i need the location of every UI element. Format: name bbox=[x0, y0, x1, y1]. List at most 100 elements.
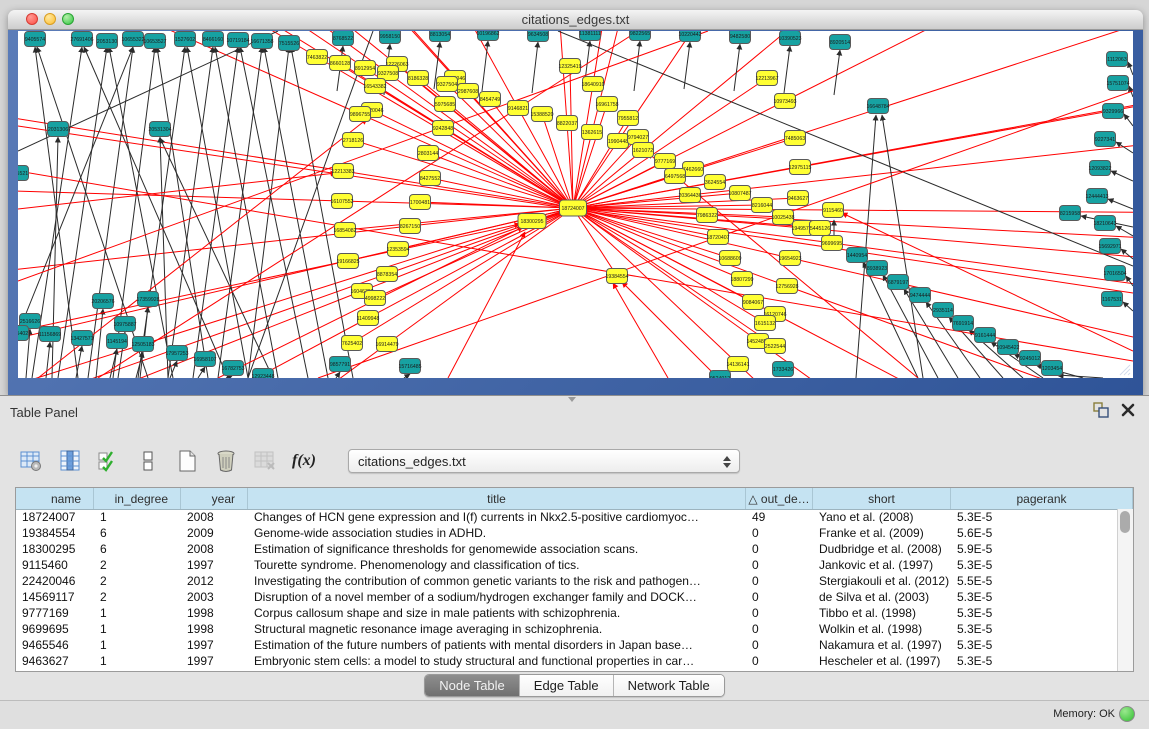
network-node[interactable]: 18724007 bbox=[560, 200, 587, 216]
network-node[interactable]: 9245012 bbox=[1020, 351, 1041, 366]
network-node[interactable]: 8215958 bbox=[1060, 206, 1081, 221]
network-node[interactable]: 12975115 bbox=[789, 160, 812, 175]
delete-column-icon[interactable] bbox=[213, 448, 239, 474]
network-node[interactable]: 8878354 bbox=[377, 267, 398, 282]
network-node[interactable]: 9474444 bbox=[910, 288, 931, 303]
network-node[interactable]: 8920514 bbox=[830, 35, 851, 50]
network-node[interactable]: 16961758 bbox=[595, 97, 618, 112]
network-node[interactable]: 12325419 bbox=[558, 59, 581, 74]
network-node[interactable]: 8466160 bbox=[203, 32, 224, 47]
network-node[interactable]: 10945422 bbox=[996, 340, 1019, 355]
network-canvas[interactable]: 8912954122260639327508818632854690469327… bbox=[18, 31, 1133, 378]
network-node[interactable]: 1203454 bbox=[1042, 361, 1063, 376]
network-node[interactable]: 1621072 bbox=[633, 143, 654, 158]
table-row[interactable]: 2242004622012Investigating the contribut… bbox=[16, 573, 1118, 589]
network-node[interactable]: 6497568 bbox=[665, 169, 686, 184]
network-node[interactable]: 1362615 bbox=[582, 125, 603, 140]
network-node[interactable]: 8768522 bbox=[333, 31, 354, 46]
network-node[interactable]: 16543382 bbox=[363, 79, 386, 94]
network-node[interactable]: 7955812 bbox=[618, 111, 639, 126]
network-node[interactable]: 17957253 bbox=[165, 346, 188, 361]
network-node[interactable]: 19654923 bbox=[778, 251, 801, 266]
network-node[interactable]: 20531304 bbox=[148, 122, 171, 137]
window-titlebar[interactable]: citations_edges.txt bbox=[8, 10, 1143, 30]
network-node[interactable]: 2718126 bbox=[343, 133, 364, 148]
network-node[interactable]: 14136141 bbox=[726, 357, 749, 372]
network-node[interactable]: 10688609 bbox=[718, 251, 741, 266]
table-settings-icon[interactable] bbox=[18, 448, 44, 474]
network-node[interactable]: 9329966 bbox=[1103, 104, 1124, 119]
network-node[interactable]: 9777169 bbox=[655, 154, 676, 169]
network-node[interactable]: 9327504 bbox=[437, 77, 458, 92]
select-columns-icon[interactable] bbox=[96, 448, 122, 474]
network-node[interactable]: 8186328 bbox=[408, 71, 429, 86]
network-node[interactable]: 11156869 bbox=[39, 327, 61, 342]
network-node[interactable]: 2935114 bbox=[933, 303, 954, 318]
network-node[interactable]: 12353594 bbox=[386, 242, 409, 257]
network-node[interactable]: 10807487 bbox=[728, 186, 751, 201]
network-node[interactable]: 5975685 bbox=[435, 97, 456, 112]
tab-network-table[interactable]: Network Table bbox=[614, 675, 724, 696]
network-node[interactable]: 8660128 bbox=[330, 56, 351, 71]
network-node[interactable]: 9822565 bbox=[630, 31, 651, 41]
network-node[interactable]: 1700481 bbox=[410, 195, 431, 210]
network-node[interactable]: 10653527 bbox=[143, 34, 166, 49]
table-scrollbar[interactable] bbox=[1117, 509, 1133, 671]
network-node[interactable]: 8267150 bbox=[400, 219, 421, 234]
table-row[interactable]: 977716911998Corpus callosum shape and si… bbox=[16, 605, 1118, 621]
network-node[interactable]: 5445126 bbox=[810, 221, 831, 236]
network-node[interactable]: 16107552 bbox=[330, 194, 353, 209]
network-node[interactable]: 3624554 bbox=[705, 175, 726, 190]
network-node[interactable]: 9634508 bbox=[528, 31, 549, 42]
network-node[interactable]: 7463822 bbox=[307, 50, 328, 65]
row-height-icon[interactable] bbox=[135, 448, 161, 474]
function-builder-icon[interactable]: f(x) bbox=[291, 448, 317, 474]
canvas-resize-grip[interactable] bbox=[1119, 364, 1131, 376]
network-node[interactable]: 8938923 bbox=[867, 261, 888, 276]
network-node[interactable]: 8216044 bbox=[752, 198, 773, 213]
network-node[interactable]: 7691914 bbox=[953, 316, 974, 331]
column-header-title[interactable]: title bbox=[248, 488, 746, 509]
network-node[interactable]: 18807299 bbox=[730, 272, 753, 287]
network-node[interactable]: 1112063 bbox=[1107, 52, 1128, 67]
table-row[interactable]: 911546021997Tourette syndrome. Phenomeno… bbox=[16, 557, 1118, 573]
network-node[interactable]: 4998222 bbox=[365, 291, 386, 306]
network-node[interactable]: 15716485 bbox=[398, 359, 421, 374]
network-node[interactable]: 12505183 bbox=[131, 337, 154, 352]
network-node[interactable]: 1167531 bbox=[1102, 292, 1123, 307]
network-node[interactable]: 19166825 bbox=[336, 254, 359, 269]
table-row[interactable]: 1456911722003Disruption of a novel membe… bbox=[16, 589, 1118, 605]
network-node[interactable]: 1440954 bbox=[847, 248, 868, 263]
network-node[interactable]: 9084067 bbox=[743, 295, 764, 310]
network-node[interactable]: 10220442 bbox=[678, 31, 701, 42]
column-header-name[interactable]: name bbox=[16, 488, 94, 509]
network-node[interactable]: 10196862 bbox=[476, 31, 499, 41]
network-node[interactable]: 18210643 bbox=[1093, 216, 1116, 231]
network-node[interactable]: 10973493 bbox=[773, 94, 796, 109]
network-node[interactable]: 16782753 bbox=[221, 361, 244, 376]
network-node[interactable]: 20206576 bbox=[91, 294, 114, 309]
show-column-icon[interactable] bbox=[57, 448, 83, 474]
network-node[interactable]: 9146821 bbox=[508, 101, 529, 116]
table-selector-dropdown[interactable]: citations_edges.txt bbox=[348, 449, 740, 473]
network-node[interactable]: 9115460 bbox=[823, 203, 844, 218]
network-node[interactable]: 7515526 bbox=[279, 36, 300, 51]
network-node[interactable]: 10975887 bbox=[113, 317, 136, 332]
network-node[interactable]: 15388520 bbox=[530, 107, 553, 122]
network-node[interactable]: 19384554 bbox=[605, 269, 628, 284]
network-node[interactable]: 9105521 bbox=[18, 166, 29, 181]
network-node[interactable]: 10025438 bbox=[771, 210, 794, 225]
network-node[interactable]: 15692971 bbox=[1098, 239, 1121, 254]
network-node[interactable]: 18720407 bbox=[706, 230, 729, 245]
network-node[interactable]: 6879197 bbox=[888, 275, 909, 290]
network-node[interactable]: 1145194 bbox=[107, 334, 128, 349]
table-row[interactable]: 946362711997Embryonic stem cells: a mode… bbox=[16, 653, 1118, 669]
network-node[interactable]: 10390523 bbox=[778, 31, 801, 46]
network-node[interactable]: 11381111 bbox=[579, 31, 601, 41]
close-panel-icon[interactable] bbox=[1121, 403, 1135, 417]
table-row[interactable]: 1938455462009Genome-wide association stu… bbox=[16, 525, 1118, 541]
network-node[interactable]: 1615132 bbox=[755, 316, 776, 331]
network-node[interactable]: 9699695 bbox=[822, 236, 843, 251]
network-node[interactable]: 10655322 bbox=[121, 32, 144, 47]
network-node[interactable]: 9463627 bbox=[788, 191, 809, 206]
